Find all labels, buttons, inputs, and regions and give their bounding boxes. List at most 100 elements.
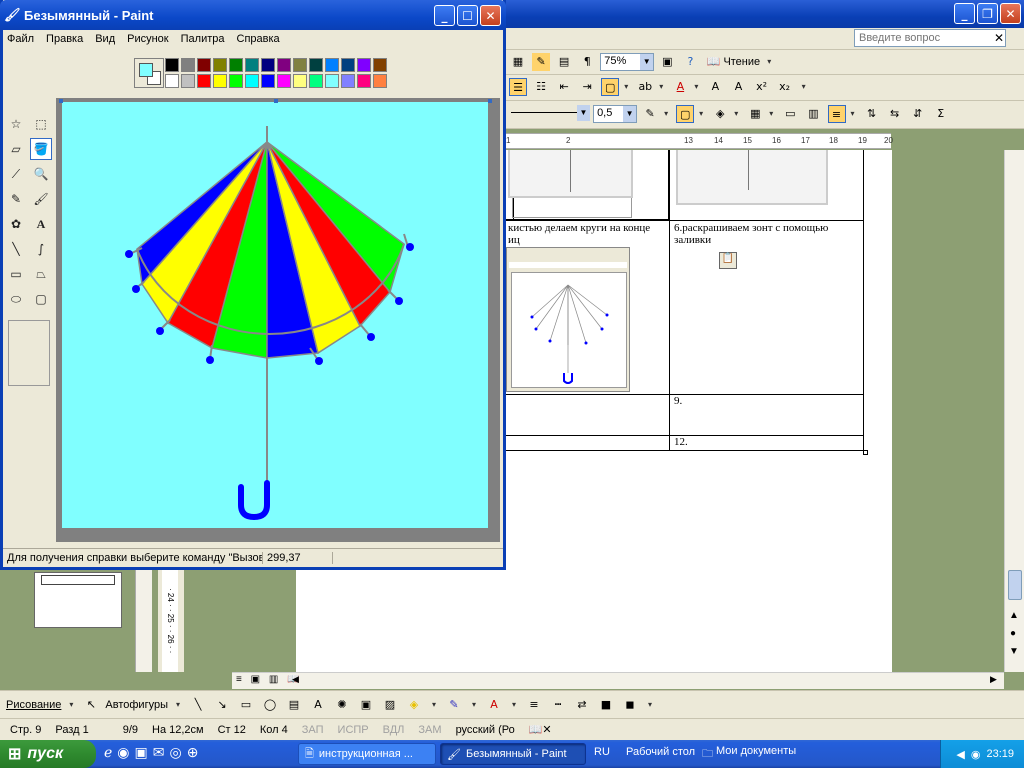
palette-swatch[interactable] [165,58,179,72]
palette-swatch[interactable] [245,74,259,88]
arrow-tool-icon[interactable]: ↘ [213,696,231,714]
palette-swatch[interactable] [277,58,291,72]
merge-cells-icon[interactable]: ▭ [781,105,799,123]
scroll-left-icon[interactable]: ◀ [292,674,299,685]
language-indicator[interactable]: RU [594,746,610,758]
palette-swatch[interactable] [181,58,195,72]
task-paint[interactable]: 🖌 Безымянный - Paint [440,743,586,765]
paste-options-icon[interactable]: 📋 [719,252,737,269]
explorer-icon[interactable]: ▣ [135,744,148,761]
arrow-style-icon[interactable]: ⇄ [573,696,591,714]
decrease-indent-icon[interactable]: ⇤ [555,78,573,96]
pencil-icon[interactable]: ✎ [5,188,27,210]
eraser-icon[interactable]: ▱ [5,138,27,160]
menu-file[interactable]: Файл [7,33,34,45]
horizontal-scrollbar[interactable]: ≡ ▣ ▥ 📖 ◀ ▶ [232,672,1004,689]
menu-image[interactable]: Рисунок [127,33,169,45]
dash-style-icon[interactable]: ┅ [549,696,567,714]
task-word-document[interactable]: 🗎 инструкционная ... [298,743,436,765]
status-rec[interactable]: ЗАП [302,724,324,736]
dock-icon[interactable]: ▣ [658,53,676,71]
palette-swatch[interactable] [165,74,179,88]
zoom-select[interactable]: 75% ▼ [600,53,655,71]
status-ext[interactable]: ВДЛ [383,724,405,736]
start-button[interactable]: ⊞ пуск [0,740,96,768]
shrink-font-icon[interactable]: A [730,78,748,96]
line-style-icon[interactable]: ≡ [525,696,543,714]
page-thumbnail[interactable] [34,572,122,628]
desktop-toolbar-label[interactable]: Рабочий стол [626,746,695,758]
oval-tool-icon[interactable]: ◯ [261,696,279,714]
fill-color-icon[interactable]: ◈ [405,696,423,714]
palette-swatch[interactable] [197,74,211,88]
paragraph-marks-icon[interactable]: ¶ [578,53,596,71]
rectangle-icon[interactable]: ▭ [5,263,27,285]
sort-icon[interactable]: ⇵ [909,105,927,123]
embedded-screenshot[interactable] [676,150,828,205]
numbering-icon[interactable]: ☰ [509,78,527,96]
diagram-icon[interactable]: ✺ [333,696,351,714]
browse-object-icon[interactable]: ● [1010,628,1016,639]
palette-swatch[interactable] [277,74,291,88]
doc-map-icon[interactable]: ▤ [555,53,573,71]
tray-app-icon[interactable]: ◉ [971,748,981,761]
font-color-icon[interactable]: A [671,78,689,96]
rounded-rect-icon[interactable]: ▢ [30,288,52,310]
help-search-input[interactable] [854,29,1006,47]
browser-icon[interactable]: ⊕ [187,744,199,761]
distribute-cols-icon[interactable]: ⇆ [886,105,904,123]
menu-colors[interactable]: Палитра [181,33,225,45]
line-tool-icon[interactable]: ╲ [189,696,207,714]
ie-icon[interactable]: ℯ [104,744,112,761]
autoshapes-button[interactable]: Автофигуры [105,699,168,711]
next-page-icon[interactable]: ▼ [1009,646,1019,657]
draw-font-color-icon[interactable]: A [485,696,503,714]
rectangle-tool-icon[interactable]: ▭ [237,696,255,714]
palette-swatch[interactable] [261,74,275,88]
scroll-thumb[interactable] [1008,570,1022,600]
palette-swatch[interactable] [197,58,211,72]
free-select-icon[interactable]: ☆ [5,113,27,135]
line-style-select[interactable]: ▼ [508,105,590,123]
ellipse-icon[interactable]: ⬭ [5,288,27,310]
palette-swatch[interactable] [213,74,227,88]
insert-table-icon[interactable]: ▦ [746,105,764,123]
airbrush-icon[interactable]: ✿ [5,213,27,235]
palette-swatch[interactable] [357,74,371,88]
menu-edit[interactable]: Правка [46,33,83,45]
paint-close-button[interactable]: ✕ [480,5,501,26]
paint-minimize-button[interactable]: _ [434,5,455,26]
palette-swatch[interactable] [373,58,387,72]
vertical-ruler[interactable]: · 24 · · 25 · · 26 · · [158,570,184,672]
status-trk[interactable]: ИСПР [338,724,369,736]
autosum-icon[interactable]: Σ [932,105,950,123]
status-ovr[interactable]: ЗАМ [418,724,441,736]
palette-swatch[interactable] [373,74,387,88]
border-color-icon[interactable]: ✎ [641,105,659,123]
help-icon[interactable]: ? [681,53,699,71]
thumbnail-scrollbar[interactable] [135,570,152,672]
palette-swatch[interactable] [213,58,227,72]
superscript-icon[interactable]: x² [753,78,771,96]
palette-swatch[interactable] [325,74,339,88]
close-doc-icon[interactable]: ✕ [994,31,1004,45]
3d-icon[interactable]: ◼ [621,696,639,714]
drawing-icon[interactable]: ✎ [532,53,551,71]
line-icon[interactable]: ╲ [5,238,27,260]
brush-icon[interactable]: 🖌 [30,188,52,210]
embedded-screenshot[interactable] [508,150,633,198]
subscript-icon[interactable]: x₂ [776,78,794,96]
borders-icon[interactable]: ▢ [601,78,620,96]
grow-font-icon[interactable]: A [706,78,724,96]
select-objects-icon[interactable]: ↖ [82,696,100,714]
read-label[interactable]: Чтение [723,56,760,68]
im-icon[interactable]: ◎ [169,744,181,761]
increase-indent-icon[interactable]: ⇥ [578,78,596,96]
menu-view[interactable]: Вид [95,33,115,45]
paint-maximize-button[interactable]: ☐ [457,5,478,26]
textbox-icon[interactable]: ▤ [285,696,303,714]
palette-swatch[interactable] [309,74,323,88]
highlight-icon[interactable]: ab [636,78,654,96]
fill-bucket-icon[interactable]: 🪣 [30,138,52,160]
line-color-icon[interactable]: ✎ [445,696,463,714]
